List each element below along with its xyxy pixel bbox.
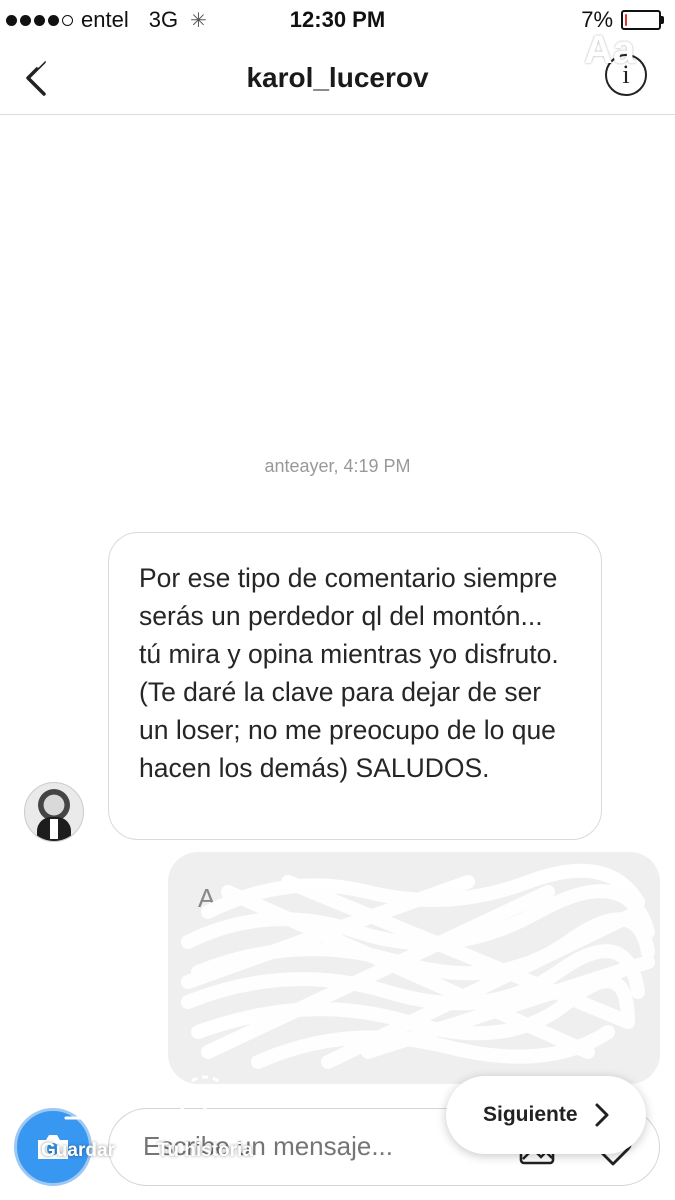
outgoing-message-bubble-redacted[interactable]: A [168, 852, 660, 1084]
incoming-message-bubble[interactable]: Por ese tipo de comentario siempre serás… [108, 532, 602, 840]
your-story-label: Tu historia [157, 1140, 253, 1161]
battery-fill [625, 14, 628, 26]
redaction-scribble [181, 863, 655, 1069]
next-button[interactable]: Siguiente [446, 1076, 646, 1154]
sticker-icon[interactable] [412, 26, 458, 72]
your-story-button[interactable]: Tu historia [140, 1074, 270, 1168]
next-label: Siguiente [483, 1103, 578, 1126]
battery-icon [621, 10, 664, 30]
avatar-shirt [50, 819, 58, 839]
message-timestamp: anteayer, 4:19 PM [264, 456, 411, 476]
text-tool-button[interactable]: Aa [584, 28, 635, 73]
download-icon [64, 1078, 92, 1120]
chevron-right-icon [595, 1103, 609, 1127]
add-story-icon [179, 1075, 231, 1127]
status-time: 12:30 PM [289, 7, 386, 32]
chat-username[interactable]: karol_lucerov [0, 62, 675, 94]
status-bar: entel 3G ✳ 12:30 PM 7% [0, 0, 675, 40]
close-icon[interactable] [34, 36, 68, 70]
save-label: Guardar [41, 1140, 115, 1161]
save-button[interactable]: Guardar [28, 1078, 128, 1168]
pen-icon[interactable] [500, 26, 544, 70]
avatar[interactable] [24, 782, 84, 842]
chat-header: karol_lucerov i [0, 40, 675, 115]
